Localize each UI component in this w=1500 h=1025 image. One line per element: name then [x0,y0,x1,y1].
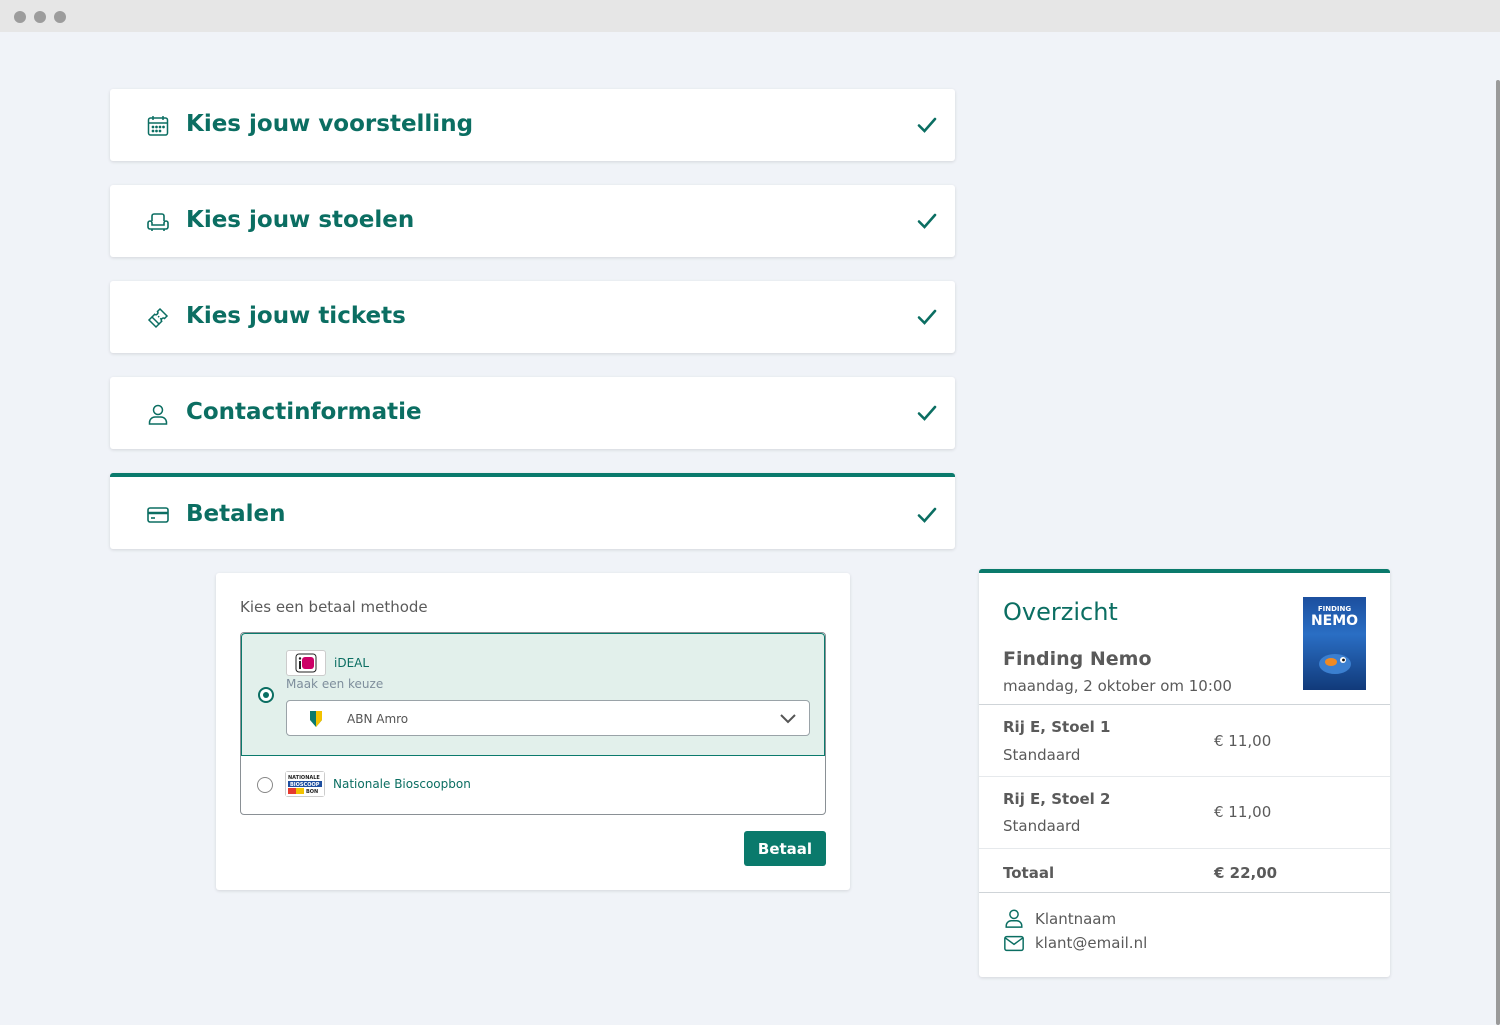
step-tickets[interactable]: Kies jouw tickets [110,281,955,353]
nationale-bioscoopbon-logo: NATIONALE BIOSCOOP BON [285,771,325,797]
ideal-radio[interactable] [258,687,274,703]
credit-card-icon [147,507,169,523]
step-betalen[interactable]: Betalen [110,473,955,549]
payment-method-ideal[interactable]: iDEAL Maak een keuze ABN Amro [241,633,825,756]
window-close-button[interactable] [14,11,26,23]
ideal-logo-icon [295,653,317,673]
payment-heading: Kies een betaal methode [240,598,428,616]
bioscoopbon-label: Nationale Bioscoopbon [333,777,471,791]
ticket-type: Standaard [1003,746,1081,764]
poster-fish-graphic [1319,654,1351,674]
checkmark-icon [917,405,937,421]
customer-name: Klantnaam [1035,910,1117,928]
user-icon [1005,909,1023,928]
bank-choice-label: Maak een keuze [286,677,384,691]
step-title: Kies jouw tickets [186,303,406,329]
ticket-price: € 11,00 [1214,803,1272,821]
payment-methods-list: iDEAL Maak een keuze ABN Amro NATIONALE [240,632,826,815]
checkmark-icon [917,117,937,133]
step-title: Kies jouw stoelen [186,207,415,233]
bank-select[interactable]: ABN Amro [286,700,810,736]
step-contactinformatie[interactable]: Contactinformatie [110,377,955,449]
movie-title: Finding Nemo [1003,648,1152,670]
seat-name: Rij E, Stoel 1 [1003,718,1111,736]
bioscoopbon-logo-text: NATIONALE [288,775,320,781]
ticket-icon [147,307,169,329]
divider [979,704,1390,705]
movie-poster: FINDING NEMO [1303,597,1366,690]
window-minimize-button[interactable] [34,11,46,23]
ticket-type: Standaard [1003,817,1081,835]
user-icon [148,404,168,425]
ideal-label: iDEAL [334,656,370,670]
ideal-logo [286,650,326,676]
window-maximize-button[interactable] [54,11,66,23]
pay-button[interactable]: Betaal [744,831,826,866]
total-label: Totaal [1003,864,1055,882]
step-title: Betalen [186,501,286,527]
poster-title: FINDING NEMO [1310,605,1359,629]
window-titlebar [0,0,1500,32]
ticket-price: € 11,00 [1214,732,1272,750]
customer-email: klant@email.nl [1035,934,1148,952]
step-stoelen[interactable]: Kies jouw stoelen [110,185,955,257]
divider [979,776,1390,777]
calendar-icon [147,116,169,136]
bioscoopbon-logo-text: BON [306,789,318,795]
checkmark-icon [917,507,937,523]
bioscoopbon-radio[interactable] [257,777,273,793]
bank-select-value: ABN Amro [347,712,409,726]
bioscoopbon-logo-icon: NATIONALE BIOSCOOP BON [286,772,324,796]
bioscoopbon-logo-text: BIOSCOOP [290,782,320,788]
step-voorstelling[interactable]: Kies jouw voorstelling [110,89,955,161]
chevron-down-icon[interactable] [779,710,797,728]
checkmark-icon [917,309,937,325]
overview-title: Overzicht [1003,598,1118,626]
payment-method-bioscoopbon[interactable]: NATIONALE BIOSCOOP BON [241,756,825,814]
seat-name: Rij E, Stoel 2 [1003,790,1111,808]
divider [979,848,1390,849]
showtime: maandag, 2 oktober om 10:00 [1003,677,1232,695]
payment-panel: Kies een betaal methode iDEAL Maak een k… [216,573,850,890]
page-scrollbar[interactable] [1496,80,1500,1025]
divider [979,892,1390,893]
step-title: Contactinformatie [186,399,422,425]
total-price: € 22,00 [1214,864,1278,882]
abn-amro-logo-icon [310,711,322,727]
step-title: Kies jouw voorstelling [186,111,474,137]
checkmark-icon [917,213,937,229]
mail-icon [1004,935,1024,952]
order-overview: Overzicht Finding Nemo maandag, 2 oktobe… [979,569,1390,977]
seat-icon [147,213,169,231]
